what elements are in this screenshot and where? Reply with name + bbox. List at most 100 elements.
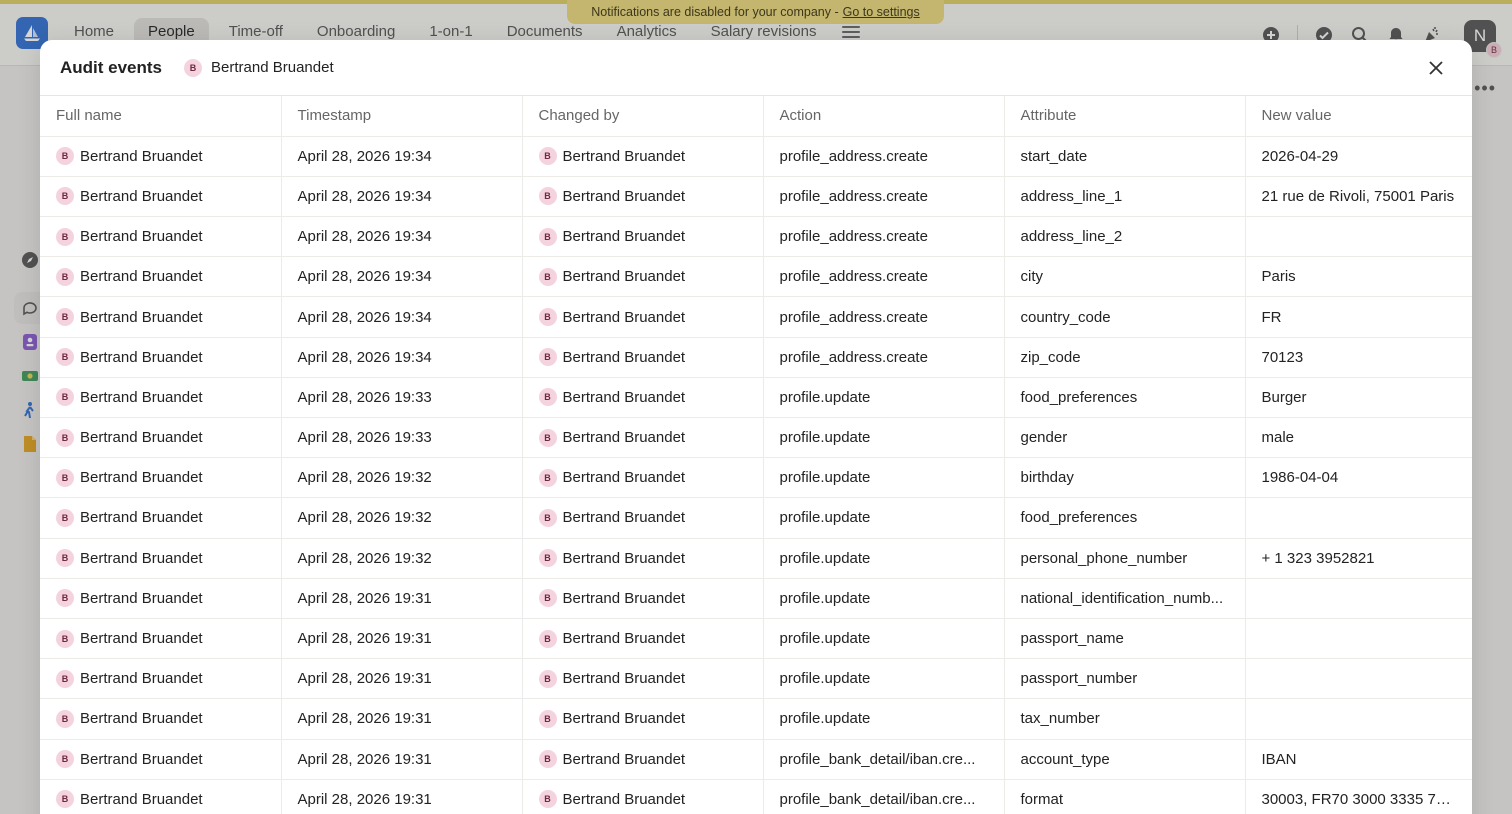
column-header-new-value[interactable]: New value (1245, 96, 1472, 137)
table-row[interactable]: B Bertrand Bruandet April 28, 2026 19:31 B B… (40, 739, 1472, 780)
cell-attribute: account_type (1004, 739, 1246, 780)
row-avatar: B (56, 709, 74, 728)
cell-full-name: B Bertrand Bruandet (40, 377, 282, 419)
cell-action: profile_bank_detail/iban.cre... (763, 739, 1005, 780)
table-row[interactable]: B Bertrand Bruandet April 28, 2026 19:33 B B… (40, 417, 1472, 459)
cell-action: profile_address.create (763, 216, 1005, 258)
changed-by-text: Bertrand Bruandet (562, 308, 686, 326)
table-row[interactable]: B Bertrand Bruandet April 28, 2026 19:32 B B… (40, 538, 1472, 579)
cell-timestamp: April 28, 2026 19:34 (281, 337, 523, 378)
cell-timestamp: April 28, 2026 19:34 (281, 176, 523, 218)
cell-action: profile.update (763, 618, 1005, 660)
full-name-text: Bertrand Bruandet (80, 630, 203, 648)
full-name-text: Bertrand Bruandet (80, 268, 203, 286)
changed-by-text: Bertrand Bruandet (562, 750, 686, 768)
table-row[interactable]: B Bertrand Bruandet April 28, 2026 19:31 B B… (40, 578, 1472, 619)
row-avatar: B (56, 589, 74, 608)
table-row[interactable]: B Bertrand Bruandet April 28, 2026 19:34 B B… (40, 216, 1472, 258)
cell-full-name: B Bertrand Bruandet (40, 136, 282, 177)
table-row[interactable]: B Bertrand Bruandet April 28, 2026 19:33 B B… (40, 377, 1472, 419)
row-avatar: B (56, 629, 74, 648)
cell-action: profile_address.create (763, 256, 1005, 298)
cell-attribute: zip_code (1004, 337, 1246, 378)
cell-timestamp: April 28, 2026 19:32 (281, 538, 523, 579)
close-icon[interactable] (1424, 56, 1448, 80)
full-name-text: Bertrand Bruandet (80, 670, 203, 688)
cell-new-value: 1986-04-04 (1245, 457, 1472, 499)
cell-full-name: B Bertrand Bruandet (40, 538, 282, 579)
cell-full-name: B Bertrand Bruandet (40, 739, 282, 780)
cell-full-name: B Bertrand Bruandet (40, 176, 282, 218)
column-header-timestamp[interactable]: Timestamp (281, 96, 523, 137)
cell-timestamp: April 28, 2026 19:32 (281, 457, 523, 499)
full-name-text: Bertrand Bruandet (80, 228, 203, 246)
changed-by-avatar: B (538, 227, 557, 246)
row-avatar: B (56, 790, 74, 809)
cell-new-value: Paris (1245, 256, 1472, 298)
cell-changed-by: B Bertrand Bruandet (522, 216, 764, 258)
changed-by-avatar: B (538, 589, 557, 608)
table-row[interactable]: B Bertrand Bruandet April 28, 2026 19:34 B B… (40, 136, 1472, 177)
cell-full-name: B Bertrand Bruandet (40, 779, 282, 814)
cell-timestamp: April 28, 2026 19:31 (281, 618, 523, 660)
table-row[interactable]: B Bertrand Bruandet April 28, 2026 19:31 B B… (40, 658, 1472, 700)
modal-title: Audit events (60, 57, 163, 77)
table-row[interactable]: B Bertrand Bruandet April 28, 2026 19:31 B B… (40, 698, 1472, 740)
full-name-text: Bertrand Bruandet (80, 469, 203, 487)
cell-timestamp: April 28, 2026 19:34 (281, 136, 523, 177)
table-row[interactable]: B Bertrand Bruandet April 28, 2026 19:34 B B… (40, 296, 1472, 338)
column-header-changed-by[interactable]: Changed by (522, 96, 764, 137)
full-name-text: Bertrand Bruandet (80, 589, 203, 607)
cell-action: profile.update (763, 538, 1005, 579)
table-row[interactable]: B Bertrand Bruandet April 28, 2026 19:34 B B… (40, 256, 1472, 298)
cell-changed-by: B Bertrand Bruandet (522, 658, 764, 700)
cell-changed-by: B Bertrand Bruandet (522, 578, 764, 619)
cell-timestamp: April 28, 2026 19:33 (281, 417, 523, 459)
row-avatar: B (56, 348, 74, 367)
changed-by-text: Bertrand Bruandet (562, 348, 686, 366)
column-header-full-name[interactable]: Full name (40, 96, 282, 137)
cell-changed-by: B Bertrand Bruandet (522, 698, 764, 740)
cell-changed-by: B Bertrand Bruandet (522, 457, 764, 499)
cell-action: profile_address.create (763, 296, 1005, 338)
row-avatar: B (56, 147, 74, 166)
table-row[interactable]: B Bertrand Bruandet April 28, 2026 19:31 B B… (40, 779, 1472, 814)
cell-full-name: B Bertrand Bruandet (40, 618, 282, 660)
changed-by-avatar: B (538, 790, 557, 809)
row-avatar: B (56, 750, 74, 769)
cell-timestamp: April 28, 2026 19:31 (281, 698, 523, 740)
cell-action: profile.update (763, 417, 1005, 459)
cell-attribute: food_preferences (1004, 377, 1246, 419)
table-row[interactable]: B Bertrand Bruandet April 28, 2026 19:31 B B… (40, 618, 1472, 660)
cell-action: profile.update (763, 698, 1005, 740)
full-name-text: Bertrand Bruandet (80, 549, 203, 567)
cell-new-value (1245, 578, 1472, 619)
full-name-text: Bertrand Bruandet (80, 308, 203, 326)
table-body: B Bertrand Bruandet April 28, 2026 19:34 B B… (40, 136, 1472, 814)
cell-attribute: national_identification_numb... (1004, 578, 1246, 619)
changed-by-avatar: B (538, 468, 557, 487)
cell-new-value (1245, 618, 1472, 660)
audit-events-modal: Audit events B Bertrand Bruandet Full na… (40, 40, 1472, 814)
cell-timestamp: April 28, 2026 19:31 (281, 779, 523, 814)
cell-timestamp: April 28, 2026 19:34 (281, 256, 523, 298)
cell-changed-by: B Bertrand Bruandet (522, 256, 764, 298)
cell-full-name: B Bertrand Bruandet (40, 497, 282, 539)
table-row[interactable]: B Bertrand Bruandet April 28, 2026 19:32 B B… (40, 497, 1472, 539)
column-header-action[interactable]: Action (763, 96, 1005, 137)
cell-timestamp: April 28, 2026 19:33 (281, 377, 523, 419)
changed-by-avatar: B (538, 308, 557, 327)
modal-subject: B Bertrand Bruandet (184, 58, 334, 77)
cell-action: profile.update (763, 658, 1005, 700)
cell-attribute: address_line_2 (1004, 216, 1246, 258)
row-avatar: B (56, 267, 74, 286)
table-row[interactable]: B Bertrand Bruandet April 28, 2026 19:32 B B… (40, 457, 1472, 499)
row-avatar: B (56, 308, 74, 327)
table-row[interactable]: B Bertrand Bruandet April 28, 2026 19:34 B B… (40, 176, 1472, 218)
table-row[interactable]: B Bertrand Bruandet April 28, 2026 19:34 B B… (40, 337, 1472, 378)
full-name-text: Bertrand Bruandet (80, 750, 203, 768)
row-avatar: B (56, 549, 74, 568)
cell-changed-by: B Bertrand Bruandet (522, 739, 764, 780)
cell-action: profile.update (763, 457, 1005, 499)
column-header-attribute[interactable]: Attribute (1004, 96, 1246, 137)
